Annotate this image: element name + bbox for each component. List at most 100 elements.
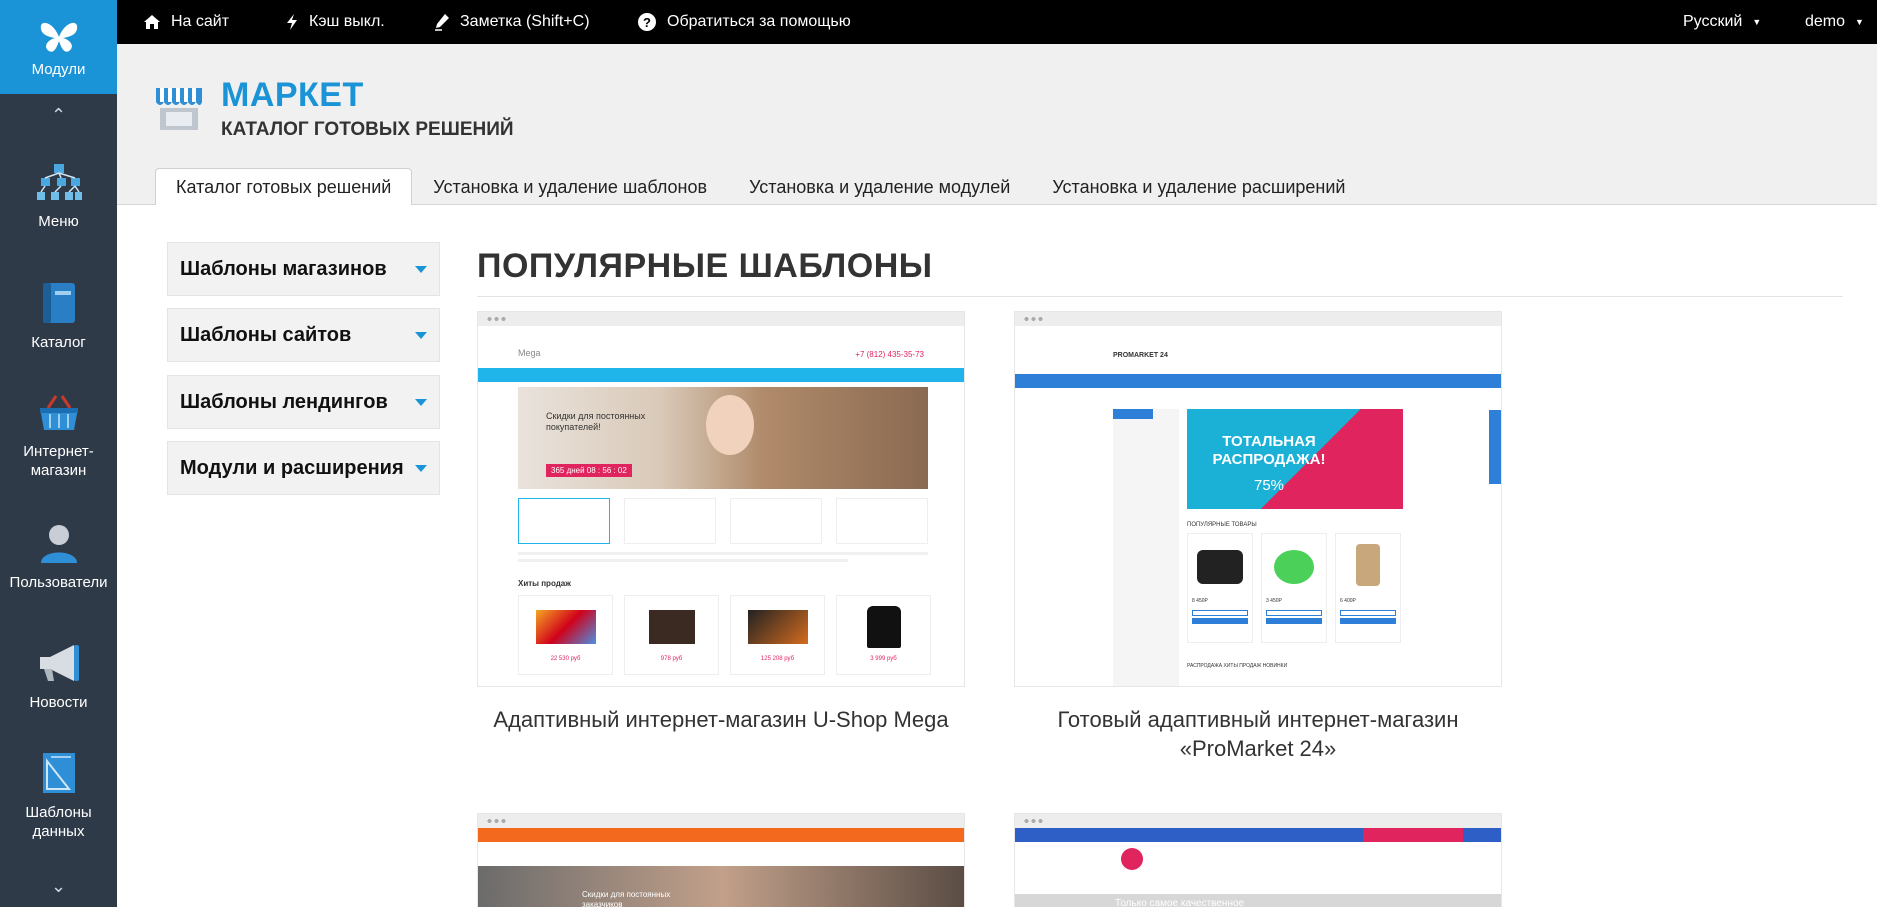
preview-person xyxy=(706,395,754,455)
preview-logo xyxy=(1121,848,1143,870)
template-caption[interactable]: Готовый адаптивный интернет-магазин «Pro… xyxy=(1014,705,1502,763)
preview-feature-box xyxy=(624,498,716,544)
preview-side-menu xyxy=(1113,409,1179,686)
accordion-shop-templates[interactable]: Шаблоны магазинов xyxy=(167,242,440,296)
browser-bar xyxy=(1015,814,1501,828)
menu-tree-icon xyxy=(36,163,82,200)
preview-brand: Mega xyxy=(518,348,541,358)
user-menu[interactable]: demo ▼ xyxy=(1805,0,1864,44)
preview-product: 8 450Р xyxy=(1187,533,1253,643)
accordion-label: Шаблоны сайтов xyxy=(180,323,352,346)
preview-text-line xyxy=(518,552,928,555)
caret-down-icon xyxy=(415,464,427,472)
tab-catalog[interactable]: Каталог готовых решений xyxy=(155,168,413,206)
preview-side-tab xyxy=(1489,410,1501,484)
sidebar-item-label: Каталог xyxy=(31,333,86,351)
preview-price: 978 руб xyxy=(660,656,683,662)
note-button[interactable]: Заметка (Shift+C) xyxy=(434,0,590,44)
template-preview-4[interactable]: Только самое качественное xyxy=(1014,813,1502,907)
preview-product: 125 208 руб xyxy=(730,595,825,675)
chevron-down-icon: ▼ xyxy=(1752,17,1762,27)
preview-phone: +7 (812) 435-35-73 xyxy=(855,350,924,359)
cache-toggle[interactable]: Кэш выкл. xyxy=(285,0,385,44)
sidebar-scroll-down-icon[interactable]: ⌄ xyxy=(0,876,117,897)
pen-icon xyxy=(435,14,449,31)
preview-percent: 75% xyxy=(1253,477,1285,494)
preview-banner: ТОТАЛЬНАЯ РАСПРОДАЖА! 75% xyxy=(1187,409,1403,509)
sidebar-item-label: Интернет-магазин xyxy=(23,443,94,479)
preview-banner-text: Только самое качественное xyxy=(1115,898,1245,907)
sidebar-item-label: Новости xyxy=(29,693,88,711)
preview-price: 8 450Р xyxy=(1192,598,1208,604)
book-icon xyxy=(42,282,75,323)
preview-price: 3 450Р xyxy=(1266,598,1282,604)
browser-bar xyxy=(478,312,964,326)
template-preview-3[interactable]: Скидки для постоянных заказчиков xyxy=(477,813,965,907)
tab-templates[interactable]: Установка и удаление шаблонов xyxy=(412,168,728,206)
accordion-modules-extensions[interactable]: Модули и расширения xyxy=(167,441,440,495)
chevron-down-icon: ▼ xyxy=(1855,17,1864,27)
section-title: ПОПУЛЯРНЫЕ ШАБЛОНЫ xyxy=(477,247,933,285)
preview-price: 3 999 руб xyxy=(870,656,897,662)
sidebar-item-menu[interactable]: Меню xyxy=(0,136,117,256)
preview-banner-text: Скидки для постоянных покупателей! xyxy=(546,411,646,432)
accordion-label: Шаблоны лендингов xyxy=(180,390,388,413)
sidebar-item-shop[interactable]: Интернет-магазин xyxy=(0,376,117,496)
preview-feature-box xyxy=(836,498,928,544)
tab-modules[interactable]: Установка и удаление модулей xyxy=(728,168,1031,206)
preview-product: 6 400Р xyxy=(1335,533,1401,643)
user-icon xyxy=(40,524,77,563)
page-header: МАРКЕТ КАТАЛОГ ГОТОВЫХ РЕШЕНИЙ Каталог г… xyxy=(117,44,1877,206)
preview-product: 3 450Р xyxy=(1261,533,1327,643)
accordion-label: Модули и расширения xyxy=(180,456,404,479)
preview-product-tabs: РАСПРОДАЖА ХИТЫ ПРОДАЖ НОВИНКИ xyxy=(1187,663,1288,669)
sidebar-item-users[interactable]: Пользователи xyxy=(0,496,117,616)
go-to-site-link[interactable]: На сайт xyxy=(143,0,229,44)
help-label: Обратиться за помощью xyxy=(667,13,851,30)
caret-down-icon xyxy=(415,398,427,406)
template-preview-promarket[interactable]: PROMARKET 24 ТОТАЛЬНАЯ РАСПРОДАЖА! 75% П… xyxy=(1014,311,1502,687)
preview-price: 6 400Р xyxy=(1340,598,1356,604)
language-value: Русский xyxy=(1683,13,1743,30)
sidebar-item-catalog[interactable]: Каталог xyxy=(0,256,117,376)
template-preview-ushop[interactable]: Mega +7 (812) 435-35-73 Скидки для посто… xyxy=(477,311,965,687)
preview-banner-text: ТОТАЛЬНАЯ РАСПРОДАЖА! xyxy=(1212,433,1326,468)
tab-bar: Каталог готовых решений Установка и удал… xyxy=(155,168,1366,206)
preview-navbar xyxy=(1015,828,1501,842)
sidebar-item-data-templates[interactable]: Шаблоны данных xyxy=(0,736,117,856)
tab-extensions[interactable]: Установка и удаление расширений xyxy=(1031,168,1366,206)
preview-product: 3 999 руб xyxy=(836,595,931,675)
svg-text:?: ? xyxy=(643,15,651,30)
megaphone-icon xyxy=(39,644,79,681)
browser-bar xyxy=(478,814,964,828)
accordion-label: Шаблоны магазинов xyxy=(180,257,387,280)
preview-timer: 365 дней 08 : 56 : 02 xyxy=(546,464,632,477)
preview-navbar xyxy=(1015,374,1501,388)
section-divider xyxy=(477,296,1843,297)
preview-product: 22 530 руб xyxy=(518,595,613,675)
sidebar-item-label: Меню xyxy=(38,212,79,230)
page-subtitle: КАТАЛОГ ГОТОВЫХ РЕШЕНИЙ xyxy=(221,119,514,140)
preview-block-title: ПОПУЛЯРНЫЕ ТОВАРЫ xyxy=(1187,522,1257,528)
sidebar-item-label: Шаблоны данных xyxy=(25,804,92,840)
preview-navbar xyxy=(478,368,964,382)
sidebar-scroll-up-icon[interactable]: ⌃ xyxy=(0,94,117,136)
basket-icon xyxy=(39,395,78,430)
preview-price: 22 530 руб xyxy=(550,656,581,662)
accordion-site-templates[interactable]: Шаблоны сайтов xyxy=(167,308,440,362)
sidebar-item-news[interactable]: Новости xyxy=(0,616,117,736)
page-title: МАРКЕТ xyxy=(221,76,364,114)
preview-banner: Только самое качественное xyxy=(1015,894,1501,907)
preview-feature-box xyxy=(730,498,822,544)
accordion-landing-templates[interactable]: Шаблоны лендингов xyxy=(167,375,440,429)
caret-down-icon xyxy=(415,265,427,273)
preview-text-line xyxy=(518,559,848,562)
sidebar-modules-button[interactable]: Модули xyxy=(0,0,117,94)
butterfly-icon xyxy=(40,22,77,52)
preview-brand: PROMARKET 24 xyxy=(1113,352,1168,359)
template-caption[interactable]: Адаптивный интернет-магазин U-Shop Mega xyxy=(477,705,965,734)
preview-feature-box xyxy=(518,498,610,544)
help-button[interactable]: ? Обратиться за помощью xyxy=(637,0,851,44)
user-name: demo xyxy=(1805,13,1846,30)
language-select[interactable]: Русский ▼ xyxy=(1683,0,1761,44)
